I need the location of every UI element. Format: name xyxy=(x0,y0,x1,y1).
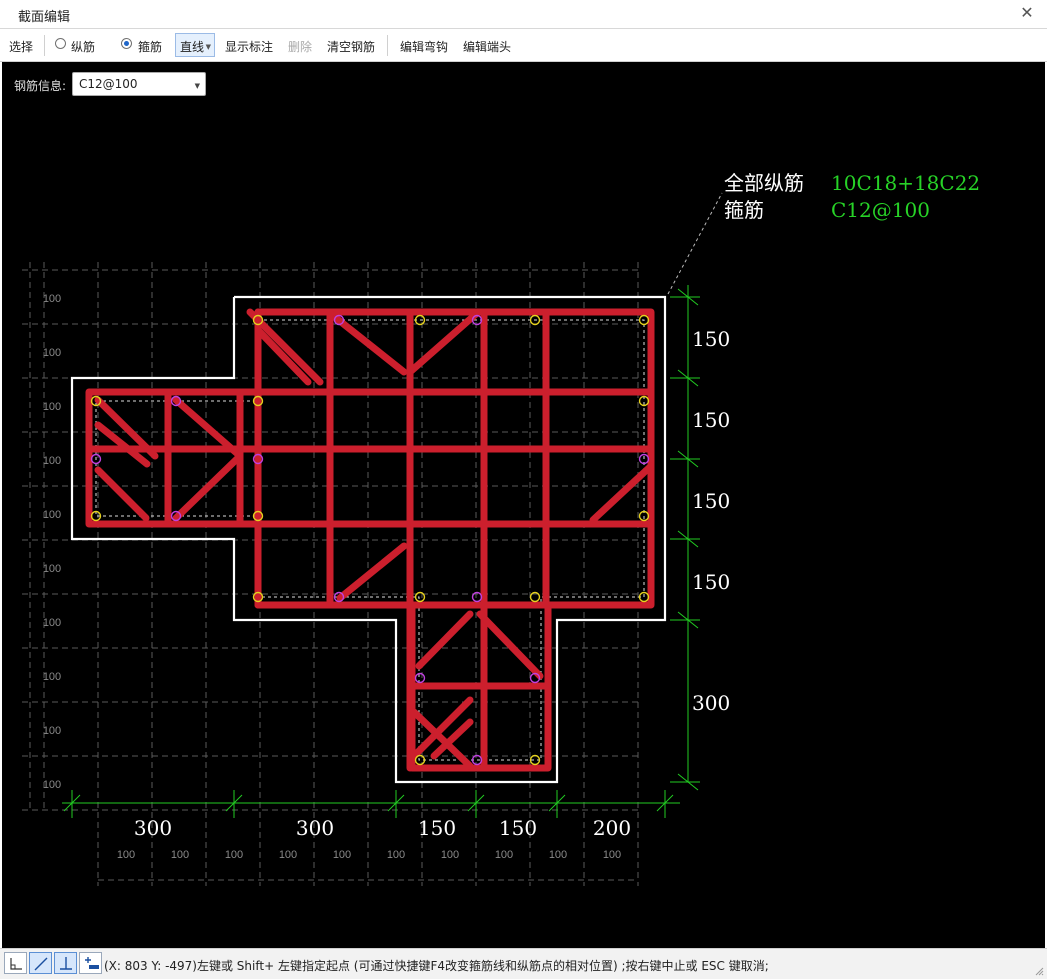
section-drawing[interactable]: 100 100 100 100 100 100 100 100 100 100 100 100 100 1… xyxy=(2,62,1045,948)
dimension-label: 300 xyxy=(134,816,172,840)
dimension-label: 150 xyxy=(692,489,730,513)
grid-label: 100 xyxy=(171,849,189,861)
delete-button[interactable]: 删除 xyxy=(288,38,312,55)
leader-line xyxy=(667,192,723,295)
orthogonal-icon[interactable] xyxy=(4,952,27,974)
stirrup-segment xyxy=(406,310,480,376)
longitudinal-label[interactable]: 纵筋 xyxy=(71,38,95,55)
grid-label: 100 xyxy=(603,849,621,861)
status-bar: (X: 803 Y: -497)左键或 Shift+ 左键指定起点 (可通过快捷… xyxy=(0,948,1047,979)
rebar-info-select[interactable]: C12@100 ▼ xyxy=(72,72,206,96)
annotation-longitudinal-value: 10C18+18C22 xyxy=(831,171,980,195)
grid-label: 100 xyxy=(495,849,513,861)
resize-grip-icon[interactable] xyxy=(1034,966,1044,976)
stirrup-segment xyxy=(336,542,408,602)
annotation-stirrup-title: 箍筋 xyxy=(724,198,764,222)
grid-label: 100 xyxy=(117,849,135,861)
title-bar: 截面编辑 ✕ xyxy=(0,0,1047,29)
grid-label: 100 xyxy=(43,509,61,521)
stirrup-segment xyxy=(476,610,544,680)
grid-label: 100 xyxy=(43,293,61,305)
drawing-canvas[interactable]: 100 100 100 100 100 100 100 100 100 100 100 100 100 1… xyxy=(2,62,1045,948)
stirrup-loop xyxy=(254,308,655,609)
dimension-label: 150 xyxy=(692,570,730,594)
longitudinal-bar xyxy=(414,591,426,603)
toolbar: 选择 纵筋 箍筋 直线 ▼ 显示标注 删除 清空钢筋 编辑弯钩 编辑端头 xyxy=(0,29,1047,62)
stirrup-segment xyxy=(94,466,150,522)
grid-label: 100 xyxy=(43,401,61,413)
edit-hook-button[interactable]: 编辑弯钩 xyxy=(400,38,448,55)
stirrup-radio[interactable] xyxy=(121,38,132,49)
dimension-label: 300 xyxy=(296,816,334,840)
grid-label: 100 xyxy=(43,671,61,683)
rebar-info-label: 钢筋信息: xyxy=(14,79,67,93)
grid-label: 100 xyxy=(441,849,459,861)
grid-label: 100 xyxy=(225,849,243,861)
grid-label: 100 xyxy=(549,849,567,861)
stirrup-label[interactable]: 箍筋 xyxy=(138,38,162,55)
dimension-label: 150 xyxy=(418,816,456,840)
stirrup-loop xyxy=(85,388,655,528)
stirrup-segment xyxy=(415,610,474,670)
show-dimensions-button[interactable]: 显示标注 xyxy=(225,38,273,55)
chevron-down-icon: ▼ xyxy=(194,82,200,90)
close-icon[interactable]: ✕ xyxy=(1017,3,1037,23)
annotation-stirrup-value: C12@100 xyxy=(831,198,930,222)
stirrup-segment xyxy=(254,326,312,386)
grid-label: 100 xyxy=(43,455,61,467)
grid-label: 100 xyxy=(43,779,61,791)
longitudinal-radio[interactable] xyxy=(55,38,66,49)
grid-label: 100 xyxy=(333,849,351,861)
dimension-label: 150 xyxy=(692,408,730,432)
chevron-down-icon: ▼ xyxy=(205,43,211,51)
edit-end-button[interactable]: 编辑端头 xyxy=(463,38,511,55)
line-mode-dropdown[interactable]: 直线 ▼ xyxy=(175,33,215,57)
window-title: 截面编辑 xyxy=(18,10,71,25)
dimension-label: 150 xyxy=(499,816,537,840)
grid-label: 100 xyxy=(387,849,405,861)
grid-label: 100 xyxy=(43,563,61,575)
dimension-label: 300 xyxy=(692,691,730,715)
stirrup-segment xyxy=(172,452,244,522)
grid-label: 100 xyxy=(43,347,61,359)
perpendicular-icon[interactable] xyxy=(54,952,77,974)
annotation-longitudinal-title: 全部纵筋 xyxy=(724,171,804,195)
toolbar-separator xyxy=(44,35,45,56)
stirrup-loop xyxy=(164,388,244,528)
longitudinal-bar xyxy=(414,672,426,684)
grid-label: 100 xyxy=(43,725,61,737)
grid-label: 100 xyxy=(279,849,297,861)
oblique-icon[interactable] xyxy=(29,952,52,974)
dimension-label: 150 xyxy=(692,327,730,351)
toolbar-separator xyxy=(387,35,388,56)
grid-label: 100 xyxy=(43,617,61,629)
status-message: (X: 803 Y: -497)左键或 Shift+ 左键指定起点 (可通过快捷… xyxy=(104,959,769,973)
rebar-info-value: C12@100 xyxy=(79,77,138,91)
line-mode-label: 直线 xyxy=(180,40,205,54)
select-button[interactable]: 选择 xyxy=(9,38,33,55)
add-stirrup-icon[interactable] xyxy=(79,952,102,974)
dimension-label: 200 xyxy=(593,816,631,840)
stirrup-segment xyxy=(332,314,408,376)
clear-rebar-button[interactable]: 清空钢筋 xyxy=(327,38,375,55)
